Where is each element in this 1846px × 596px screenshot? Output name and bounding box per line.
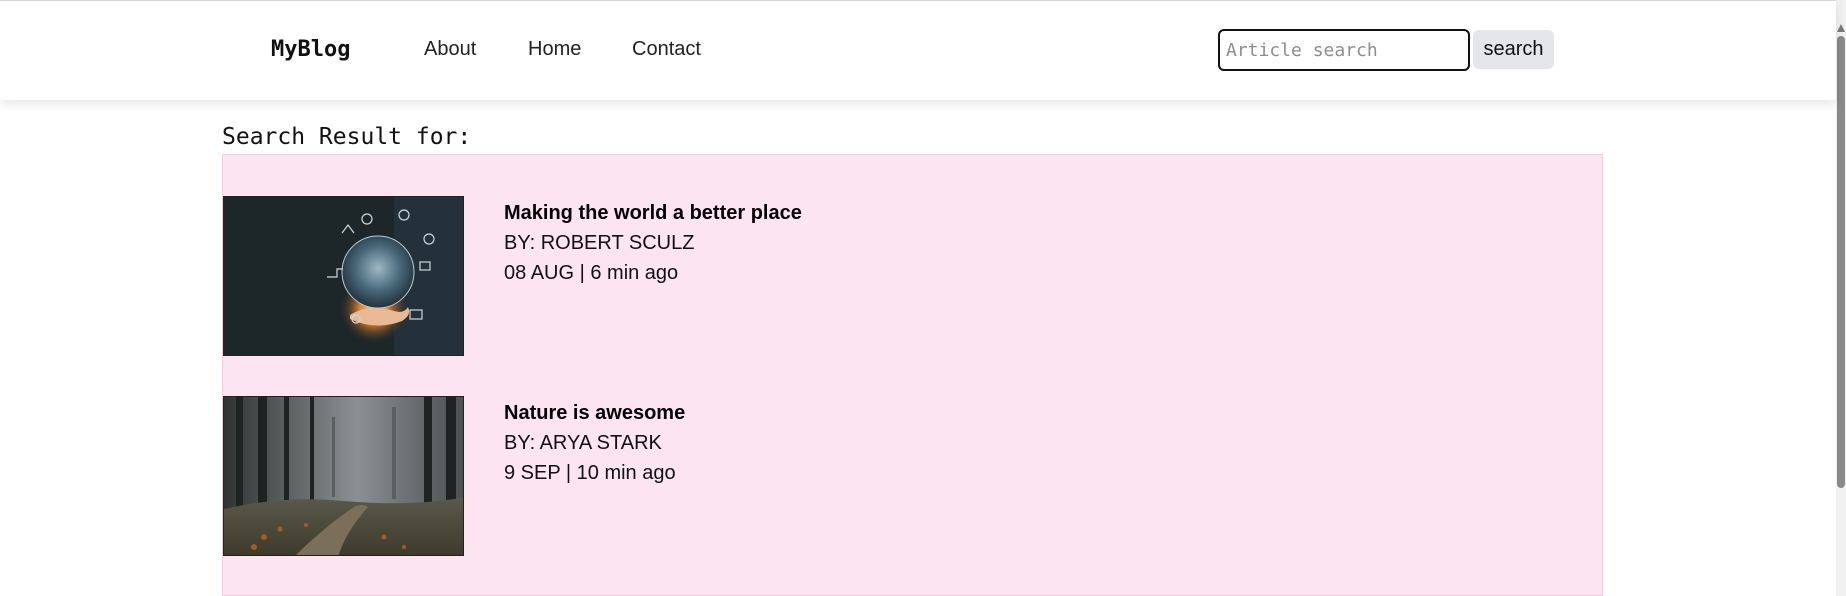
nav-link-home[interactable]: Home bbox=[528, 38, 581, 61]
search-results-list: Making the world a better place BY: ROBE… bbox=[222, 154, 1603, 596]
article-card[interactable]: Making the world a better place BY: ROBE… bbox=[223, 196, 1423, 357]
search-button[interactable]: search bbox=[1473, 30, 1554, 69]
article-title[interactable]: Nature is awesome bbox=[504, 402, 685, 425]
vertical-scrollbar[interactable] bbox=[1836, 0, 1846, 596]
navbar: MyBlog About Home Contact search bbox=[0, 0, 1836, 100]
article-date: 9 SEP | 10 min ago bbox=[504, 462, 676, 484]
scrollbar-thumb[interactable] bbox=[1837, 36, 1845, 488]
article-thumbnail[interactable] bbox=[223, 396, 464, 556]
nav-link-about[interactable]: About bbox=[424, 38, 476, 61]
article-author: BY: ARYA STARK bbox=[504, 432, 662, 454]
article-card[interactable]: Nature is awesome BY: ARYA STARK 9 SEP |… bbox=[223, 396, 1423, 557]
nav-link-contact[interactable]: Contact bbox=[632, 38, 701, 61]
article-author: BY: ROBERT SCULZ bbox=[504, 232, 695, 254]
scroll-up-arrow-icon[interactable] bbox=[1837, 24, 1845, 32]
article-title[interactable]: Making the world a better place bbox=[504, 202, 802, 225]
search-input[interactable] bbox=[1218, 29, 1470, 71]
search-result-heading: Search Result for: bbox=[222, 124, 472, 150]
article-date: 08 AUG | 6 min ago bbox=[504, 262, 679, 284]
brand-logo[interactable]: MyBlog bbox=[271, 37, 350, 62]
article-thumbnail[interactable] bbox=[223, 196, 464, 356]
